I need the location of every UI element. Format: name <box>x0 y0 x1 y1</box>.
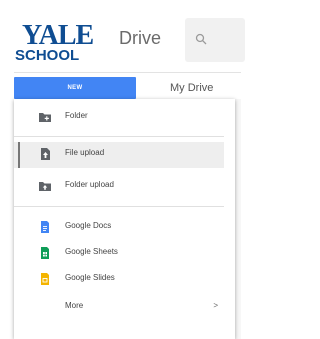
chevron-right-icon: > <box>213 301 218 310</box>
google-sheets-icon <box>38 246 52 260</box>
menu-item-file-upload[interactable]: File upload <box>14 142 224 168</box>
menu-item-google-sheets[interactable]: Google Sheets <box>14 241 224 267</box>
menu-item-google-slides[interactable]: Google Slides <box>14 267 224 293</box>
menu-item-folder[interactable]: Folder <box>14 105 224 131</box>
menu-item-label: Google Slides <box>65 273 115 282</box>
logo-text-school: SCHOOL <box>15 47 80 64</box>
background-edge <box>235 99 241 339</box>
search-box[interactable] <box>185 18 245 62</box>
menu-item-label: Folder upload <box>65 180 114 189</box>
new-button[interactable]: NEW <box>14 77 136 99</box>
menu-item-folder-upload[interactable]: Folder upload <box>14 174 224 200</box>
file-upload-icon <box>38 147 52 161</box>
menu-item-label: Google Sheets <box>65 247 118 256</box>
header-divider <box>14 72 241 73</box>
menu-item-label: Folder <box>65 111 88 120</box>
folder-upload-icon <box>38 179 52 193</box>
app-title: Drive <box>119 28 162 48</box>
menu-item-label: Google Docs <box>65 221 112 230</box>
yale-school-logo[interactable]: YALE SCHOOL <box>14 22 94 66</box>
menu-item-label: More <box>65 301 84 310</box>
logo-text-yale: YALE <box>22 20 94 51</box>
menu-item-google-docs[interactable]: Google Docs <box>14 215 224 241</box>
menu-item-more[interactable]: More > <box>14 295 224 321</box>
new-item-menu: Folder File upload Folder upload Google … <box>14 99 235 339</box>
my-drive-breadcrumb[interactable]: My Drive <box>170 82 213 94</box>
search-icon[interactable] <box>195 32 207 50</box>
menu-divider <box>14 206 224 207</box>
menu-divider <box>14 136 224 137</box>
google-docs-icon <box>38 220 52 234</box>
google-slides-icon <box>38 272 52 286</box>
menu-item-label: File upload <box>65 148 105 157</box>
folder-plus-icon <box>38 110 52 124</box>
